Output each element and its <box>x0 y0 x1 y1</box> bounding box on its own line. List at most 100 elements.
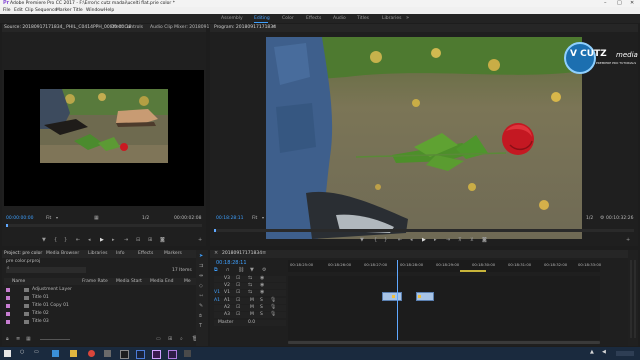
list-item[interactable]: Title 03 <box>4 319 204 326</box>
solo-button[interactable]: S <box>260 305 263 311</box>
menu-marker[interactable]: Marker <box>56 8 72 14</box>
tab-audio-clip-mixer[interactable]: Audio Clip Mixer: 20180917 <box>150 25 212 31</box>
add-marker-timeline-icon[interactable]: ▼ <box>250 268 254 273</box>
go-to-in-icon[interactable]: ⇤ <box>76 238 80 243</box>
solo-button[interactable]: S <box>260 298 263 304</box>
workspace-titles[interactable]: Titles <box>357 16 369 22</box>
linked-selection-icon[interactable]: ⛓︎ <box>238 268 244 273</box>
program-chevron-down-icon[interactable]: ▾ <box>262 216 264 220</box>
tab-program[interactable]: Program: 20180917171834 <box>214 25 276 31</box>
program-time-ruler[interactable] <box>214 229 634 232</box>
timeline-timecode[interactable]: 00:18:28:11 <box>216 261 247 266</box>
maximize-icon[interactable]: □ <box>617 1 622 6</box>
razor-tool-icon[interactable]: ◇ <box>199 284 203 289</box>
list-view-icon[interactable]: ≣ <box>16 337 20 342</box>
wrench-icon[interactable]: ▦ <box>94 216 99 221</box>
play-icon[interactable]: ▶ <box>100 238 104 243</box>
timeline-ruler[interactable]: 00:18:25:00 00:18:26:00 00:18:27:00 00:1… <box>288 260 601 272</box>
timeline-playhead[interactable] <box>397 260 398 340</box>
icon-view-icon[interactable]: ▦ <box>26 337 31 342</box>
lock-icon[interactable]: 🔒︎ <box>6 337 9 342</box>
source-fit-dropdown[interactable]: Fit <box>46 216 51 222</box>
workspace-color[interactable]: Color <box>282 16 294 22</box>
list-item[interactable]: Title 01 <box>4 295 204 302</box>
work-area-bar[interactable] <box>460 270 486 272</box>
workspace-audio[interactable]: Audio <box>333 16 346 22</box>
add-button-icon[interactable]: + <box>198 238 202 243</box>
mute-button[interactable]: M <box>250 305 254 311</box>
selection-tool-icon[interactable]: ➤ <box>199 254 203 259</box>
program-step-back-icon[interactable]: ◂ <box>410 238 413 243</box>
mark-out-icon[interactable]: } <box>64 238 67 243</box>
program-current-timecode[interactable]: 00:18:28:11 <box>216 216 243 222</box>
program-add-marker-icon[interactable]: ▼ <box>360 238 364 243</box>
master-volume[interactable]: 0.0 <box>248 320 255 326</box>
new-item-icon[interactable]: ⊞ <box>168 337 172 342</box>
lock-track-icon[interactable]: ⊡ <box>236 298 240 303</box>
eye-icon[interactable]: ◉ <box>260 276 264 281</box>
program-fit-dropdown[interactable]: Fit <box>252 216 257 222</box>
voiceover-icon[interactable]: 🎙︎ <box>270 305 276 310</box>
voiceover-icon[interactable]: 🎙︎ <box>270 312 276 317</box>
project-search-input[interactable]: ⌕ <box>6 266 86 273</box>
after-effects-icon[interactable] <box>168 350 177 359</box>
lock-track-icon[interactable]: ⊡ <box>236 276 240 281</box>
workspace-effects[interactable]: Effects <box>306 16 321 22</box>
premiere-taskbar-icon[interactable] <box>152 350 161 359</box>
menu-edit[interactable]: Edit <box>14 8 23 14</box>
menu-window[interactable]: Window <box>86 8 104 14</box>
video-clip[interactable] <box>416 292 434 301</box>
workspace-editing[interactable]: Editing <box>254 16 270 22</box>
column-media-start[interactable]: Media Start <box>116 279 142 285</box>
timeline-horizontal-scrollbar[interactable] <box>288 341 600 344</box>
program-play-icon[interactable]: ▶ <box>422 238 426 243</box>
pen-tool-icon[interactable]: ✎ <box>199 304 203 309</box>
tab-markers[interactable]: Markers <box>164 251 182 257</box>
tab-project[interactable]: Project: pre color <box>4 251 42 257</box>
sync-lock-icon[interactable]: ⇆ <box>248 290 252 295</box>
menu-clip[interactable]: Clip <box>25 8 34 14</box>
column-media-end[interactable]: Media End <box>150 279 174 285</box>
sync-lock-icon[interactable]: ⇆ <box>248 276 252 281</box>
source-current-timecode[interactable]: 00:00:00:00 <box>6 216 33 222</box>
task-view-icon[interactable]: ▭ <box>34 350 39 355</box>
column-frame-rate[interactable]: Frame Rate <box>82 279 108 285</box>
eye-icon[interactable]: ◉ <box>260 283 264 288</box>
clock-area[interactable] <box>616 351 634 356</box>
windows-start-icon[interactable] <box>4 350 11 357</box>
timeline-menu-icon[interactable]: ≡ <box>262 251 266 256</box>
workspace-libraries[interactable]: Libraries <box>382 16 401 22</box>
go-to-out-icon[interactable]: ⇥ <box>124 238 128 243</box>
search-icon[interactable]: ○ <box>20 350 24 355</box>
program-add-button-icon[interactable]: + <box>626 238 630 243</box>
menu-file[interactable]: File <box>3 8 11 14</box>
tab-info[interactable]: Info <box>116 251 125 257</box>
tab-sequence[interactable]: 20180917171834 <box>222 251 262 257</box>
tab-effects[interactable]: Effects <box>138 251 153 257</box>
column-name[interactable]: Name <box>12 279 25 285</box>
more-workspaces-icon[interactable]: » <box>406 16 409 21</box>
solo-button[interactable]: S <box>260 312 263 318</box>
mute-button[interactable]: M <box>250 312 254 318</box>
step-forward-icon[interactable]: ▸ <box>112 238 115 243</box>
volume-icon[interactable]: ◀ <box>602 350 606 355</box>
video-clip[interactable] <box>382 292 402 301</box>
zoom-slider[interactable] <box>40 339 70 340</box>
tab-libraries[interactable]: Libraries <box>88 251 107 257</box>
menu-help[interactable]: Help <box>104 8 114 14</box>
network-icon[interactable]: ▲ <box>590 350 594 355</box>
lift-icon[interactable]: ⊼ <box>458 238 462 243</box>
source-patch-a1[interactable]: A1 <box>214 298 220 304</box>
file-explorer-icon[interactable] <box>70 350 77 357</box>
hand-tool-icon[interactable]: ✋︎ <box>199 314 202 319</box>
sync-lock-icon[interactable]: ⇆ <box>248 283 252 288</box>
timeline-settings-icon[interactable]: ⚙ <box>262 268 266 273</box>
menu-title[interactable]: Title <box>73 8 83 14</box>
minimize-icon[interactable]: – <box>604 1 607 6</box>
edge-icon[interactable] <box>52 350 59 357</box>
nest-toggle-icon[interactable]: ⧉ <box>214 268 218 273</box>
voiceover-icon[interactable]: 🎙︎ <box>270 298 276 303</box>
overwrite-icon[interactable]: ⊞ <box>148 238 152 243</box>
program-mark-in-icon[interactable]: { <box>374 238 377 243</box>
lock-track-icon[interactable]: ⊡ <box>236 290 240 295</box>
